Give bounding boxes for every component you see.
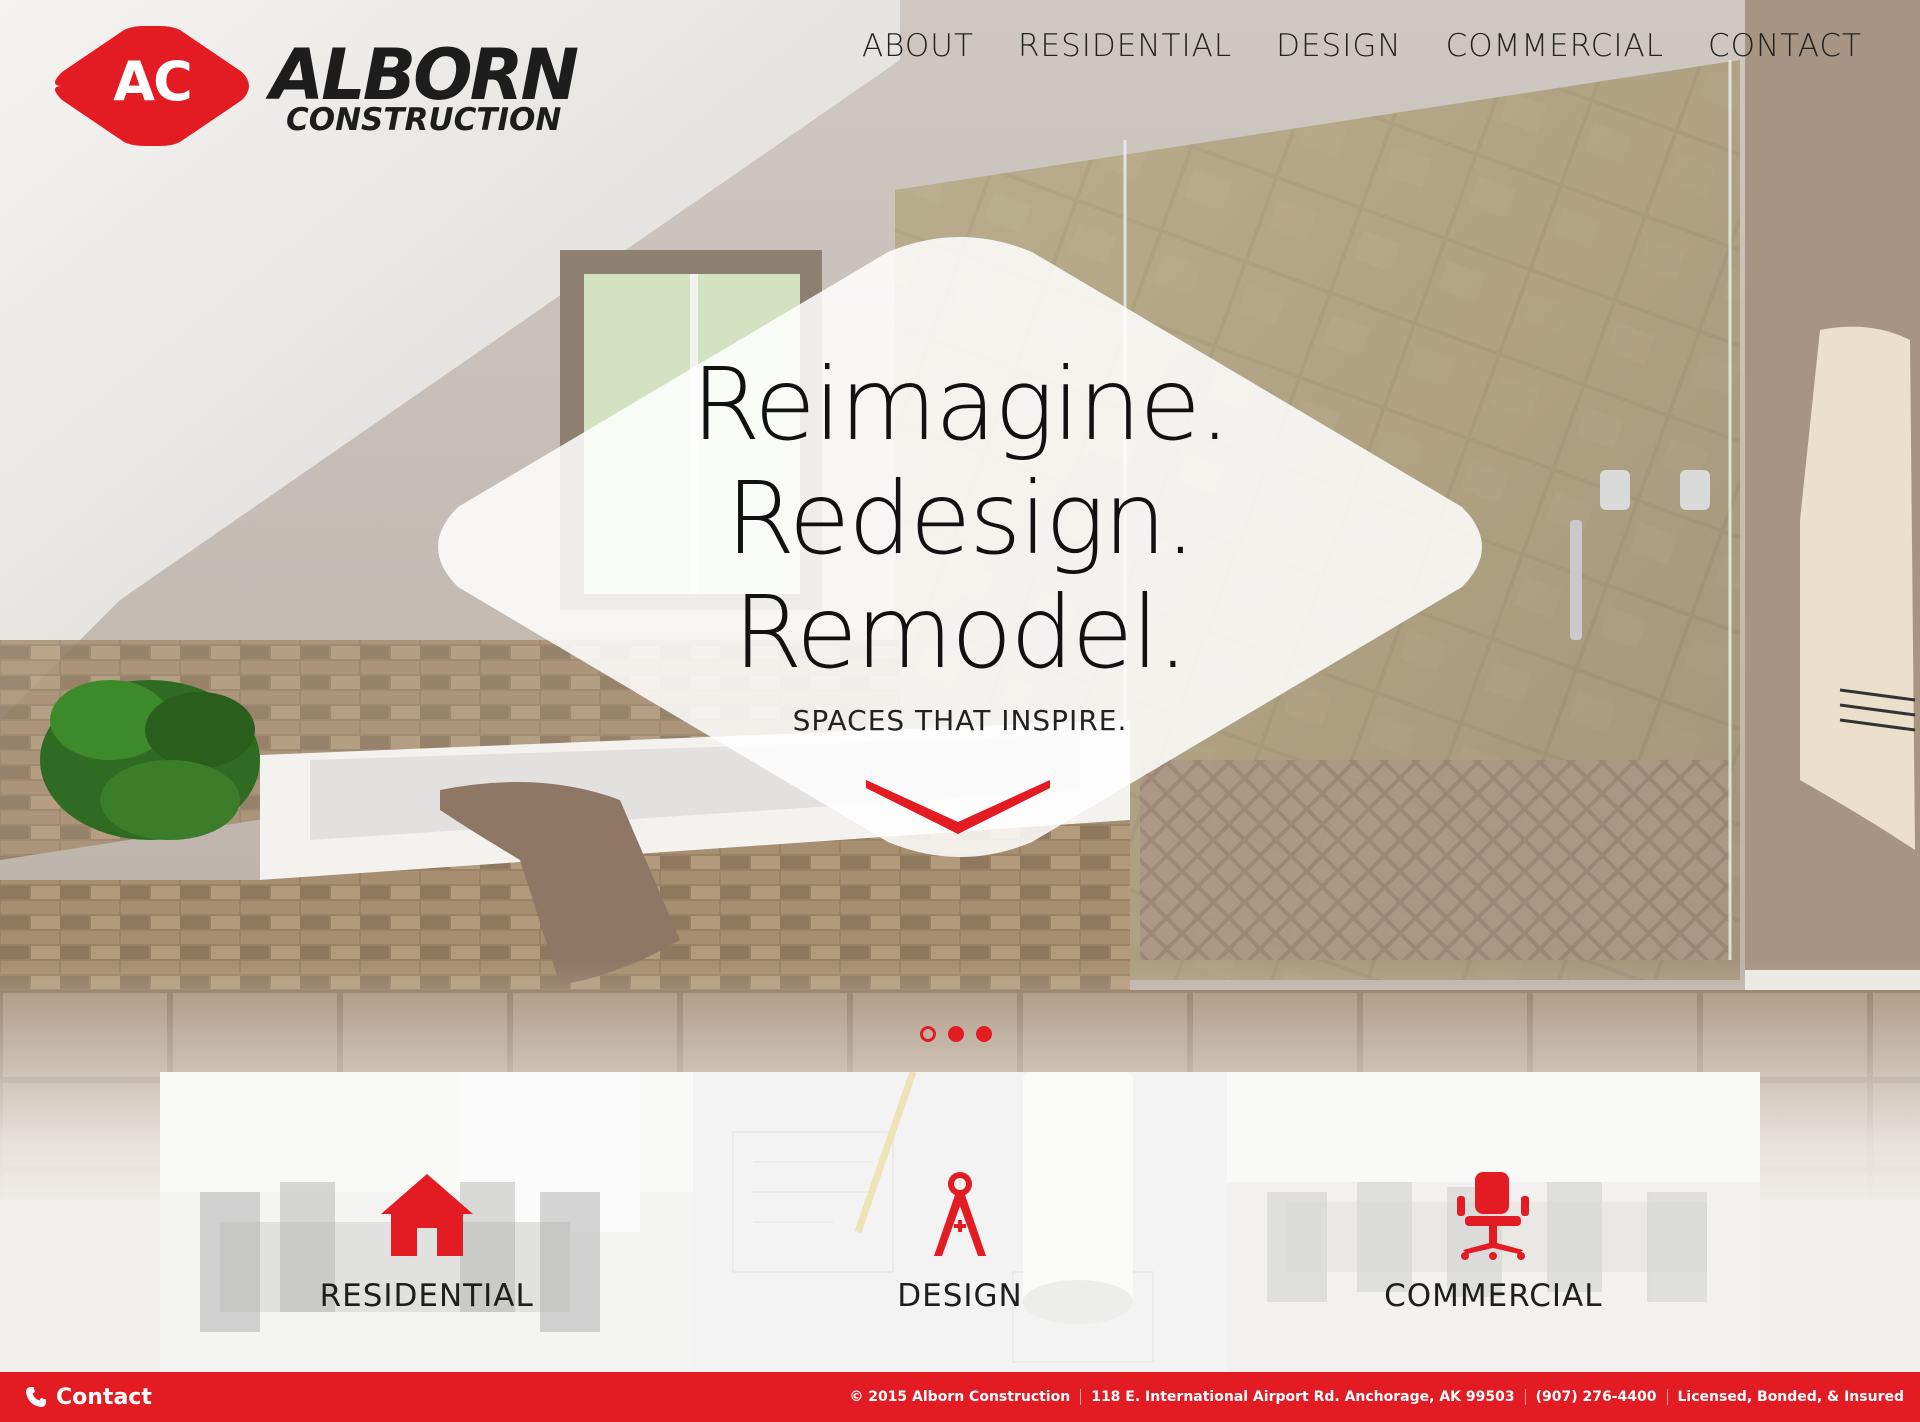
footer-divider xyxy=(1666,1389,1668,1405)
tile-design-label: DESIGN xyxy=(897,1278,1023,1314)
footer-license: Licensed, Bonded, & Insured xyxy=(1677,1389,1905,1405)
compass-icon xyxy=(933,1172,986,1256)
footer-bar: Contact © 2015 Alborn Construction 118 E… xyxy=(0,1372,1920,1422)
nav-residential[interactable]: RESIDENTIAL xyxy=(1018,28,1232,64)
tile-design[interactable]: DESIGN xyxy=(693,1072,1227,1372)
house-icon xyxy=(380,1174,473,1256)
footer-contact-label: Contact xyxy=(56,1384,152,1410)
headline-line-2: Redesign. xyxy=(725,460,1197,577)
nav-commercial[interactable]: COMMERCIAL xyxy=(1446,28,1664,64)
nav-design[interactable]: DESIGN xyxy=(1276,28,1402,64)
footer-copyright: © 2015 Alborn Construction xyxy=(849,1389,1071,1405)
main-nav: ABOUT RESIDENTIAL DESIGN COMMERCIAL CONT… xyxy=(862,28,1862,64)
tile-residential-label: RESIDENTIAL xyxy=(319,1278,534,1314)
brand-logo[interactable]: AC ALBORN CONSTRUCTION xyxy=(48,26,648,148)
service-tiles: RESIDENTIAL DESIGN COMMERCIAL xyxy=(160,1072,1760,1372)
office-chair-icon xyxy=(1457,1172,1530,1260)
carousel-dots xyxy=(920,1026,992,1042)
footer-info: © 2015 Alborn Construction 118 E. Intern… xyxy=(849,1372,1904,1422)
footer-phone[interactable]: (907) 276-4400 xyxy=(1536,1389,1657,1405)
carousel-dot-1[interactable] xyxy=(920,1026,936,1042)
chevron-down-icon[interactable] xyxy=(866,780,1050,840)
hero-headline: Reimagine. Redesign. Remodel. xyxy=(418,348,1502,690)
carousel-dot-3[interactable] xyxy=(976,1026,992,1042)
footer-address: 118 E. International Airport Rd. Anchora… xyxy=(1091,1389,1515,1405)
carousel-dot-2[interactable] xyxy=(948,1026,964,1042)
footer-divider xyxy=(1524,1389,1526,1405)
headline-line-3: Remodel. xyxy=(733,574,1189,691)
phone-icon xyxy=(26,1387,46,1407)
footer-contact-link[interactable]: Contact xyxy=(24,1372,152,1422)
headline-line-1: Reimagine. xyxy=(691,346,1230,463)
hero-tagline: SPACES THAT INSPIRE. xyxy=(792,704,1128,737)
tile-commercial[interactable]: COMMERCIAL xyxy=(1226,1072,1760,1372)
tile-residential[interactable]: RESIDENTIAL xyxy=(160,1072,694,1372)
tile-commercial-label: COMMERCIAL xyxy=(1384,1278,1603,1314)
logo-badge-text: AC xyxy=(113,50,192,113)
footer-divider xyxy=(1080,1389,1082,1405)
brand-subtitle: CONSTRUCTION xyxy=(286,102,562,138)
nav-about[interactable]: ABOUT xyxy=(862,28,974,64)
nav-contact[interactable]: CONTACT xyxy=(1708,28,1862,64)
